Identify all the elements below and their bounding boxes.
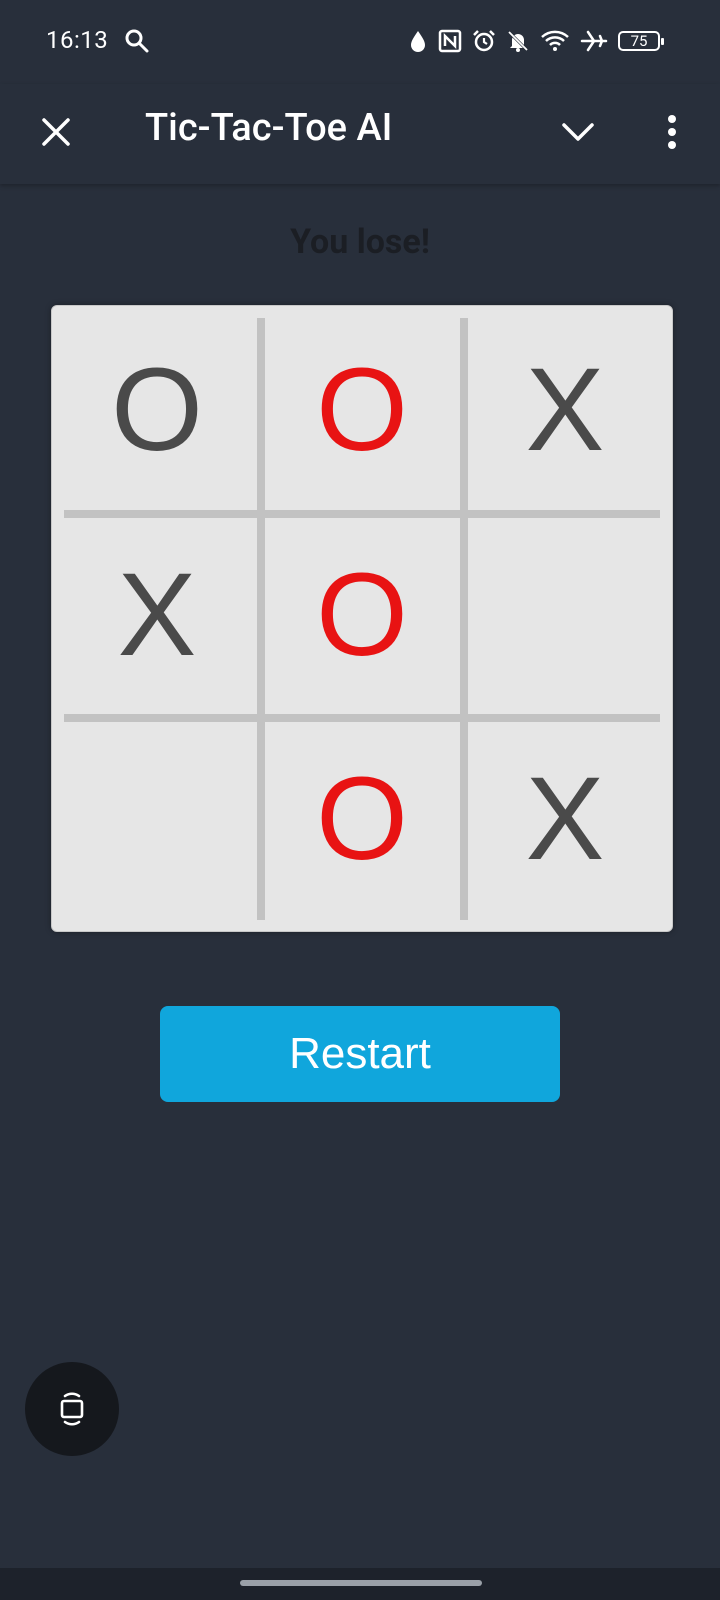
board-cell-r3-c1[interactable]	[58, 719, 256, 919]
status-bar: 16:13 75	[0, 0, 720, 84]
board-cell-r3-c2[interactable]: O	[263, 719, 461, 919]
status-time: 16:13	[46, 26, 109, 54]
data-saver-icon	[411, 31, 425, 52]
board-cell-r1-c2[interactable]: O	[263, 310, 461, 510]
gesture-handle[interactable]	[240, 1580, 482, 1586]
alarm-icon	[473, 30, 495, 52]
board-cell-r1-c1[interactable]: O	[58, 310, 256, 510]
board-cell-r3-c3[interactable]: X	[466, 719, 664, 919]
nfc-icon	[438, 29, 462, 53]
board-cell-r1-c3[interactable]: X	[466, 310, 664, 510]
battery-level: 75	[630, 32, 648, 50]
more-vert-icon	[668, 115, 676, 149]
game-status-text: You lose!	[290, 222, 430, 262]
navigation-bar	[0, 1568, 720, 1600]
airplane-mode-icon	[580, 30, 608, 52]
more-options-button[interactable]	[650, 110, 694, 154]
page-title: Tic-Tac-Toe AI	[145, 106, 393, 150]
game-board: O O X X O O X	[51, 305, 673, 932]
notifications-off-icon	[507, 30, 529, 52]
screen-rotate-button[interactable]	[25, 1362, 119, 1456]
screen-rotate-icon	[60, 1392, 84, 1426]
board-cell-r2-c3[interactable]	[466, 515, 664, 715]
app-bar: Tic-Tac-Toe AI	[0, 84, 720, 184]
battery-icon: 75	[618, 31, 664, 51]
chevron-down-icon	[562, 123, 594, 141]
close-button[interactable]	[34, 110, 78, 154]
status-icons: 75	[408, 26, 664, 56]
minimize-button[interactable]	[556, 110, 600, 154]
board-cell-r2-c2[interactable]: O	[263, 515, 461, 715]
close-icon	[42, 118, 70, 146]
restart-button[interactable]: Restart	[160, 1006, 560, 1102]
search-icon	[125, 29, 149, 53]
board-cell-r2-c1[interactable]: X	[58, 515, 256, 715]
wifi-icon	[541, 30, 569, 51]
